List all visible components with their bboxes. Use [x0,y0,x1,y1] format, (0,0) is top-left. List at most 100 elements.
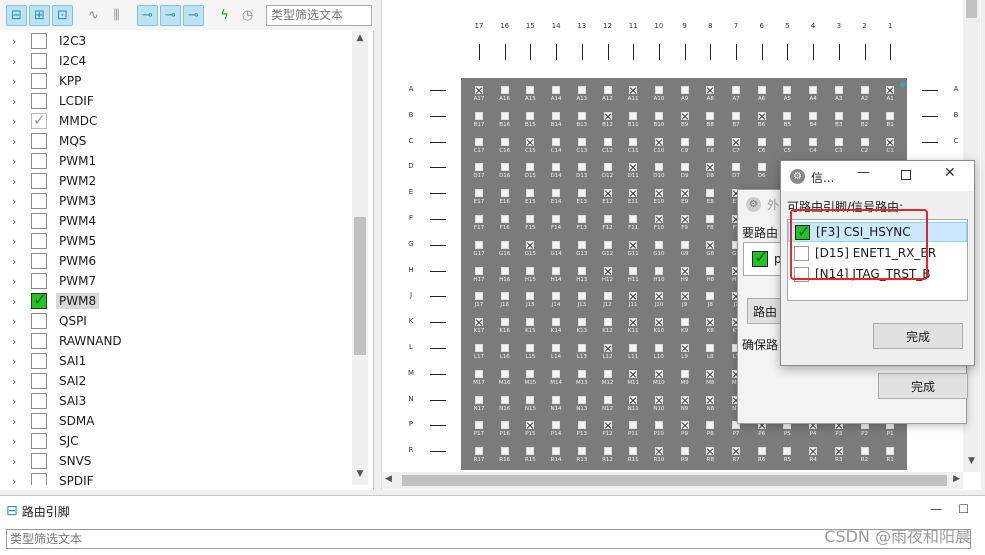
list-item[interactable]: › SJC [0,431,350,451]
pin-pad[interactable] [577,163,586,172]
scroll-right-icon[interactable]: ▶ [953,474,960,484]
pin-pad[interactable] [603,344,612,352]
pin-pad[interactable] [500,189,509,198]
pin-pad[interactable] [757,111,766,120]
pin-pad[interactable] [552,344,561,352]
pin-pad[interactable] [629,266,638,275]
pin-pad[interactable] [732,137,740,146]
pin-pad[interactable] [809,111,818,120]
pin-pad[interactable] [500,447,509,456]
pin-pad[interactable] [654,189,663,198]
chevron-right-icon[interactable]: › [12,435,26,448]
list-item[interactable]: › PWM6 [0,251,350,271]
list-item[interactable]: › MMDC [0,111,350,131]
align-left-icon[interactable]: ⊟ [6,4,27,26]
pin-pad[interactable] [654,447,663,456]
scroll-thumb[interactable] [966,0,977,18]
close-icon[interactable]: ✕ [944,165,956,181]
pin-pad[interactable] [706,240,715,249]
pin-pad[interactable] [603,266,612,275]
scroll-left-icon[interactable]: ◀ [385,474,392,484]
pin-pad[interactable] [629,292,638,301]
pin-pad[interactable] [706,163,715,172]
peripheral-checkbox[interactable] [31,373,47,389]
pin-pad[interactable] [500,163,509,172]
pin-pad[interactable] [654,421,663,430]
pin-pad[interactable] [706,137,715,146]
pin-pad[interactable] [654,215,663,223]
pin-pad[interactable] [603,137,612,146]
pin-pad[interactable] [475,344,483,352]
pin-pad[interactable] [552,421,561,430]
pin-pad[interactable] [654,292,663,301]
maximize-icon[interactable] [901,170,911,180]
pin-pad[interactable] [552,395,561,404]
pin-pad[interactable] [475,215,483,223]
pin-pad[interactable] [834,137,843,146]
pin-pad[interactable] [475,395,483,404]
pin-pad[interactable] [629,395,638,404]
peripheral-checkbox[interactable] [31,313,47,329]
pin-pad[interactable] [552,292,561,301]
pin-pad[interactable] [706,266,715,275]
pin-pad[interactable] [680,215,689,223]
pin-pad[interactable] [654,344,663,352]
pin-pad[interactable] [500,215,509,223]
pin-pad[interactable] [706,447,715,456]
pin-pad[interactable] [629,111,638,120]
pin-pad[interactable] [552,189,561,198]
pin-pad[interactable] [834,447,843,456]
pin-pad[interactable] [603,395,612,404]
chevron-right-icon[interactable]: › [12,215,26,228]
list-item[interactable]: › SAI1 [0,351,350,371]
maximize-icon[interactable]: ☐ [958,502,969,516]
pin-pad[interactable] [526,344,535,352]
pin-pad[interactable] [757,86,766,94]
pin-pad[interactable] [577,344,586,352]
peripheral-checkbox[interactable] [31,393,47,409]
signal-icon[interactable]: ⫼ [106,5,127,26]
peripheral-checkbox[interactable] [31,33,47,49]
pin-pad[interactable] [577,240,586,249]
pin-pad[interactable] [860,137,869,146]
pin-pad[interactable] [783,447,792,456]
peripheral-checkbox[interactable] [31,333,47,349]
list-item[interactable]: › SNVS [0,451,350,471]
pin-pad[interactable] [732,111,740,120]
chevron-right-icon[interactable]: › [12,255,26,268]
pin-pad[interactable] [732,163,740,172]
pin-pad[interactable] [680,395,689,404]
list-item[interactable]: › KPP [0,71,350,91]
pin-pad[interactable] [577,111,586,120]
list-item[interactable]: › PWM1 [0,151,350,171]
peripheral-checkbox[interactable] [31,473,47,485]
pin-pad[interactable] [552,163,561,172]
pin-pad[interactable] [603,215,612,223]
pin-pad[interactable] [526,215,535,223]
pin-pad[interactable] [809,86,818,94]
pin-pad[interactable] [886,137,895,146]
list-item[interactable]: › SAI3 [0,391,350,411]
peripheral-checkbox[interactable] [31,453,47,469]
peripheral-checkbox[interactable] [31,133,47,149]
pin-pad[interactable] [654,163,663,172]
pin-pad[interactable] [654,369,663,378]
list-item[interactable]: › LCDIF [0,91,350,111]
wave-icon[interactable]: ∿ [83,5,104,26]
pin-pad[interactable] [834,111,843,120]
pin-pad[interactable] [654,395,663,404]
pin-pad[interactable] [475,86,483,94]
pin-pad[interactable] [475,189,483,198]
pin-pad[interactable] [706,292,715,301]
pin-pad[interactable] [552,266,561,275]
pin-pad[interactable] [757,447,766,456]
pin-pad[interactable] [577,266,586,275]
pin-pad[interactable] [475,137,483,146]
pin-pad[interactable] [629,344,638,352]
minimize-icon[interactable]: — [930,502,942,516]
peripheral-checkbox[interactable] [31,111,47,129]
peripheral-checkbox[interactable] [31,213,47,229]
pin-pad[interactable] [552,137,561,146]
pin-pad[interactable] [706,344,715,352]
list-item[interactable]: › PWM5 [0,231,350,251]
